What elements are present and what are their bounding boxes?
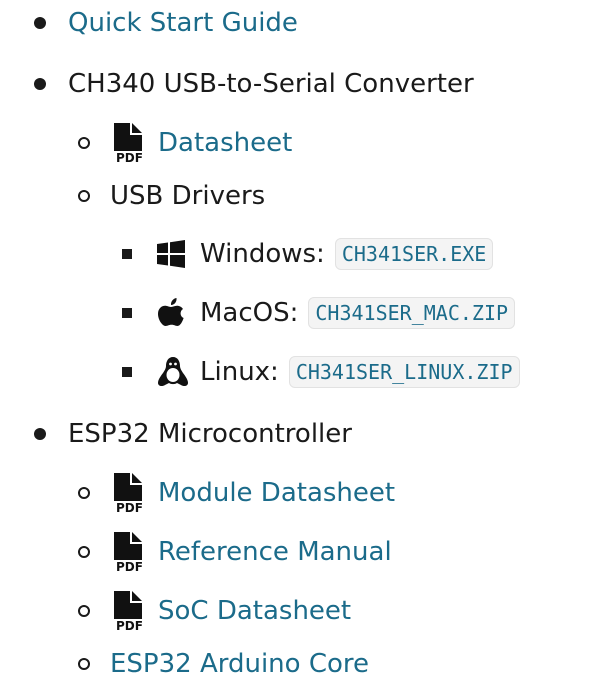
bullet-circle (78, 605, 90, 617)
bullet-circle (78, 487, 90, 499)
pdf-icon: PDF (110, 471, 150, 515)
usb-drivers-label: USB Drivers (110, 181, 266, 211)
list-item-quick-start: Quick Start Guide (0, 7, 298, 39)
linux-driver-file[interactable]: CH341SER_LINUX.ZIP (288, 356, 520, 388)
list-item-reference-manual: PDF Reference Manual (0, 530, 392, 574)
linux-icon (156, 356, 190, 388)
list-item-driver-macos: MacOS: CH341SER_MAC.ZIP (0, 297, 516, 329)
bullet-disc (34, 78, 46, 90)
macos-driver-file[interactable]: CH341SER_MAC.ZIP (308, 297, 516, 329)
pdf-icon: PDF (110, 530, 150, 574)
module-datasheet-link[interactable]: Module Datasheet (158, 477, 395, 509)
list-item-driver-linux: Linux: CH341SER_LINUX.ZIP (0, 356, 520, 388)
soc-datasheet-link[interactable]: SoC Datasheet (158, 595, 351, 627)
bullet-circle (78, 546, 90, 558)
bullet-square (122, 367, 132, 377)
bullet-circle (78, 190, 90, 202)
list-item-module-datasheet: PDF Module Datasheet (0, 471, 395, 515)
windows-label: Windows: (200, 239, 325, 269)
list-item-usb-drivers: USB Drivers (0, 180, 265, 212)
pdf-icon: PDF (110, 589, 150, 633)
reference-manual-link[interactable]: Reference Manual (158, 536, 392, 568)
list-item-ch340-datasheet: PDF Datasheet (0, 121, 292, 165)
list-item-esp32: ESP32 Microcontroller (0, 418, 352, 450)
windows-driver-file[interactable]: CH341SER.EXE (334, 238, 494, 270)
esp32-arduino-core-link[interactable]: ESP32 Arduino Core (110, 648, 369, 680)
bullet-disc (34, 428, 46, 440)
bullet-circle (78, 137, 90, 149)
list-item-arduino-core: ESP32 Arduino Core (0, 648, 369, 680)
pdf-badge-text: PDF (116, 619, 143, 633)
esp32-label: ESP32 Microcontroller (68, 419, 352, 449)
list-item-soc-datasheet: PDF SoC Datasheet (0, 589, 351, 633)
bullet-circle (78, 658, 90, 670)
ch340-label: CH340 USB-to-Serial Converter (68, 69, 474, 99)
apple-icon (156, 297, 186, 329)
quick-start-guide-link[interactable]: Quick Start Guide (68, 7, 298, 39)
list-item-ch340: CH340 USB-to-Serial Converter (0, 68, 474, 100)
windows-icon (156, 239, 186, 269)
pdf-badge-text: PDF (116, 151, 143, 165)
list-item-driver-windows: Windows: CH341SER.EXE (0, 238, 494, 270)
pdf-badge-text: PDF (116, 501, 143, 515)
linux-label: Linux: (200, 357, 279, 387)
pdf-icon: PDF (110, 121, 150, 165)
ch340-datasheet-link[interactable]: Datasheet (158, 127, 292, 159)
macos-label: MacOS: (200, 298, 299, 328)
bullet-square (122, 308, 132, 318)
bullet-square (122, 249, 132, 259)
bullet-disc (34, 17, 46, 29)
pdf-badge-text: PDF (116, 560, 143, 574)
